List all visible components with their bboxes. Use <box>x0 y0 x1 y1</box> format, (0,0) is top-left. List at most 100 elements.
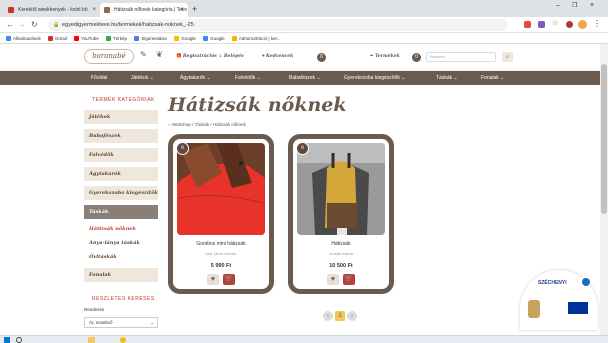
search-input[interactable]: Keresés <box>426 52 496 62</box>
sidebar-item-blankets[interactable]: Ágytakarók <box>84 167 158 181</box>
bookmark-admin[interactable]: Adminsztráció | ker... <box>231 36 281 41</box>
tab-2[interactable]: Hátizsák nőknek kategória | Tecn × <box>100 3 188 17</box>
sidebar-item-bags[interactable]: Táskák <box>84 205 158 219</box>
product-name[interactable]: Gombos mini hátizsák <box>173 241 269 247</box>
breadcrumb-webshop[interactable]: Webshop <box>172 122 191 127</box>
logo[interactable]: baranabé <box>84 49 134 64</box>
google-icon <box>174 36 180 41</box>
gift-icon: 🎁 <box>176 53 182 58</box>
favorites-count: 0 <box>317 53 326 62</box>
sidebar-item-wall[interactable]: Falvédők <box>84 148 158 162</box>
menu-home[interactable]: Főoldal <box>91 71 107 85</box>
home-icon[interactable]: ⌂ <box>168 122 171 127</box>
bookmark-gmail[interactable]: Gmail <box>48 36 67 41</box>
product-name[interactable]: Hátizsák <box>293 241 389 247</box>
taskbar <box>0 335 608 343</box>
extension-icon[interactable] <box>524 21 531 28</box>
bookmark-4[interactable]: Sigoriestásio <box>134 36 167 41</box>
doc-icon <box>134 36 140 41</box>
prev-page-button[interactable]: ‹ <box>323 311 333 321</box>
restore-icon[interactable]: ❐ <box>572 2 577 9</box>
folder-icon[interactable] <box>88 337 95 343</box>
menu-bags[interactable]: Táskák ⌄ <box>436 71 458 85</box>
sub-item-kindergarten[interactable]: Óvitáskák <box>89 254 117 260</box>
admin-icon <box>231 36 237 41</box>
reload-icon[interactable]: ↻ <box>31 20 38 30</box>
extension-icon-2[interactable] <box>538 21 545 28</box>
favorite-button[interactable]: ♥ <box>207 274 219 285</box>
search-icon[interactable] <box>16 337 22 343</box>
register-link[interactable]: 🎁 Regisztrációs <box>176 53 217 59</box>
address-bar-row: ← → ↻ 🔒 egyedigyermekteve.hu/termekek/ha… <box>0 17 608 33</box>
product-image[interactable] <box>177 143 265 235</box>
favorite-button[interactable]: ♥ <box>327 274 339 285</box>
sidebar-item-room[interactable]: Gyerekszoba kiegészítők <box>84 186 158 200</box>
szechenyi-badge[interactable]: SZÉCHENYI <box>520 270 598 330</box>
star-icon[interactable]: ☆ <box>552 19 558 27</box>
menu-dots-icon[interactable]: ⋮ <box>593 19 601 28</box>
sort-value: Ár, növekvő <box>89 320 113 325</box>
sort-label: Rendezés <box>84 307 105 312</box>
bookmark-apps[interactable]: Alkalmazások <box>6 36 41 41</box>
back-icon[interactable]: ← <box>6 20 14 30</box>
menu-wall[interactable]: Falvédők ⌄ <box>235 71 261 85</box>
minimize-icon[interactable]: – <box>556 2 560 9</box>
breadcrumb-bags[interactable]: Táskák <box>195 122 210 127</box>
product-price: 10 500 Ft <box>329 263 353 269</box>
search-icon[interactable]: ⌕ <box>502 52 513 62</box>
sidebar-item-toys[interactable]: Játékok <box>84 110 158 124</box>
page-number[interactable]: 1 <box>335 311 345 321</box>
filter-title: RÉSZLETES KERESÉS <box>92 296 155 302</box>
next-page-button[interactable]: › <box>347 311 357 321</box>
products-link[interactable]: ✒ Termékek <box>370 53 400 59</box>
menu-blankets[interactable]: Ágytakarók ⌄ <box>180 71 211 85</box>
puzzle-icon[interactable] <box>566 21 573 28</box>
bookmark-google-2[interactable]: Google <box>203 36 225 41</box>
sort-select[interactable]: Ár, növekvő ⌄ <box>84 317 158 328</box>
menu-toys[interactable]: Játékok ⌄ <box>131 71 154 85</box>
bookmark-maps[interactable]: Térkép <box>106 36 127 41</box>
add-to-cart-button[interactable]: 🛒 <box>343 274 355 285</box>
login-link[interactable]: ☺ Belépés <box>218 53 244 59</box>
sidebar-item-nest[interactable]: Babafészek <box>84 129 158 143</box>
sub-item-women-backpack[interactable]: Hátizsák nőknek <box>89 226 136 232</box>
pen-icon: ✒ <box>370 53 374 58</box>
favorites-link[interactable]: ♥ Kedvencek <box>262 53 293 59</box>
lock-icon: 🔒 <box>53 22 60 28</box>
bookmark-google-1[interactable]: Google <box>174 36 196 41</box>
product-badge: ö <box>176 142 189 155</box>
close-icon[interactable]: × <box>92 3 96 17</box>
product-image[interactable] <box>297 143 385 235</box>
sub-item-mother-daughter[interactable]: Anya-lánya táskák <box>89 240 140 246</box>
close-icon[interactable]: × <box>180 3 184 17</box>
product-card[interactable]: ö Hátizsák mustár-barna 10 500 Ft ♥ 🛒 <box>288 134 394 294</box>
sidebar-item-yarn[interactable]: Fonalak <box>84 268 158 282</box>
window-close-icon[interactable]: × <box>590 2 594 9</box>
tab-1[interactable]: Kerekítő weekhenyek - kolnl.hö × <box>4 3 100 17</box>
windows-icon[interactable] <box>4 337 10 343</box>
menu-nest[interactable]: Babafészek ⌄ <box>289 71 321 85</box>
hungary-emblem <box>528 300 540 318</box>
main-menu: Főoldal Játékok ⌄ Ágytakarók ⌄ Falvédők … <box>0 71 600 85</box>
new-tab-button[interactable]: + <box>192 3 197 15</box>
product-variant: kép: piros-mérsél <box>205 251 237 256</box>
google-icon <box>203 36 209 41</box>
page-title: Hátizsák nőknek <box>168 94 347 116</box>
maps-icon <box>106 36 112 41</box>
product-price: 5 990 Ft <box>210 263 232 269</box>
bookmark-youtube[interactable]: YouTube <box>74 36 99 41</box>
cart-count: 0 <box>412 53 421 62</box>
url-input[interactable]: 🔒 egyedigyermekteve.hu/termekek/hatizsak… <box>48 19 508 31</box>
eu-flag <box>568 302 588 314</box>
tab-title-2: Hátizsák nőknek kategória | Tecn <box>114 7 188 13</box>
forward-icon[interactable]: → <box>18 20 26 30</box>
site-header: baranabé ✎ ❦ 🎁 Regisztrációs ☺ Belépés ♥… <box>0 44 600 71</box>
product-card[interactable]: ö Gombos mini hátizsák kép: piros-mérsél… <box>168 134 274 294</box>
chrome-icon[interactable] <box>120 337 126 343</box>
scrollbar[interactable] <box>600 44 608 335</box>
scroll-thumb[interactable] <box>601 64 607 214</box>
menu-yarn[interactable]: Fonalak ⌄ <box>481 71 504 85</box>
menu-room[interactable]: Gyerekszoba kiegészítők ⌄ <box>344 71 405 85</box>
add-to-cart-button[interactable]: 🛒 <box>223 274 235 285</box>
avatar[interactable] <box>578 20 587 29</box>
